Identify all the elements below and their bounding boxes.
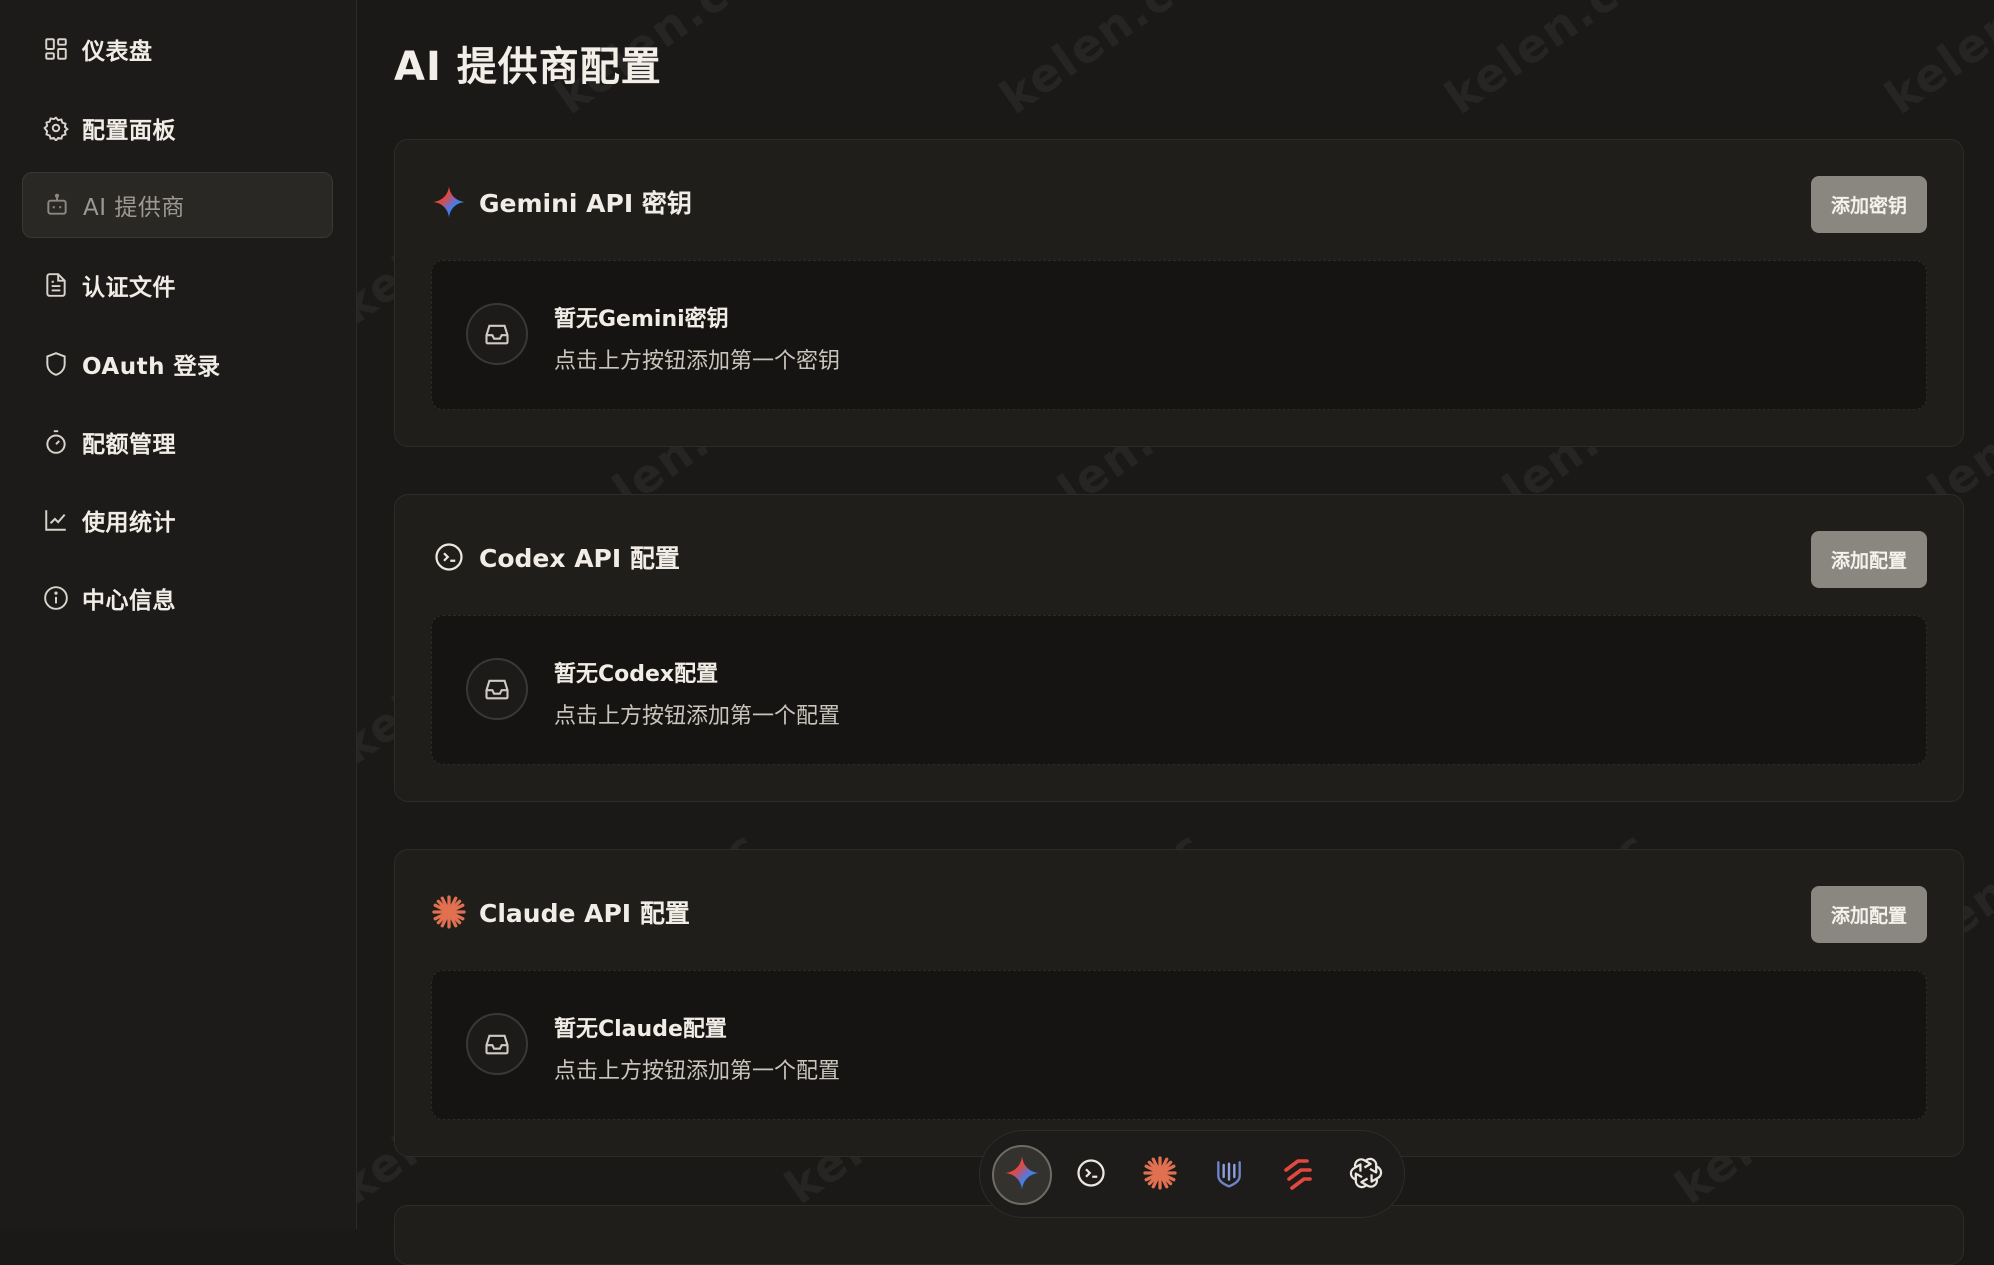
sidebar-item-label: 仪表盘 — [82, 39, 153, 65]
codex-icon — [431, 539, 467, 575]
empty-state: 暂无Claude配置 点击上方按钮添加第一个配置 — [431, 970, 1927, 1120]
add-config-button[interactable]: 添加配置 — [1811, 886, 1927, 943]
empty-state: 暂无Codex配置 点击上方按钮添加第一个配置 — [431, 615, 1927, 765]
sidebar-item-label: 认证文件 — [82, 275, 176, 301]
dashboard-icon — [42, 35, 70, 63]
gemini-card: Gemini API 密钥 添加密钥 暂无Gemini密钥 点击上方按钮添加第一… — [394, 139, 1964, 447]
codex-card: Codex API 配置 添加配置 暂无Codex配置 点击上方按钮添加第一个配… — [394, 494, 1964, 802]
inbox-icon — [466, 1013, 528, 1075]
page-title: AI 提供商配置 — [394, 44, 662, 90]
sidebar-item-ai-providers[interactable]: AI 提供商 — [22, 172, 333, 238]
card-title: Codex API 配置 — [479, 544, 680, 573]
empty-state-description: 点击上方按钮添加第一个密钥 — [554, 349, 841, 374]
sidebar-item-label: 配置面板 — [82, 118, 176, 144]
empty-state-title: 暂无Claude配置 — [554, 1017, 727, 1042]
empty-state-title: 暂无Codex配置 — [554, 662, 719, 687]
empty-state-title: 暂无Gemini密钥 — [554, 307, 729, 332]
chart-icon — [42, 506, 70, 534]
quick-nav-gemini[interactable] — [992, 1145, 1052, 1205]
sidebar-item-quota[interactable]: 配额管理 — [22, 409, 333, 475]
sidebar-item-auth-files[interactable]: 认证文件 — [22, 252, 333, 318]
sidebar-item-center-info[interactable]: 中心信息 — [22, 565, 333, 631]
provider-quick-nav — [979, 1130, 1405, 1218]
empty-state: 暂无Gemini密钥 点击上方按钮添加第一个密钥 — [431, 260, 1927, 410]
arrows-icon — [1280, 1155, 1316, 1195]
main-content: AI 提供商配置 Gemini API 密钥 添加密钥 暂无Gemini密钥 点… — [358, 0, 1994, 1265]
card-title: Gemini API 密钥 — [479, 189, 692, 218]
shield-icon — [42, 350, 70, 378]
shield-bars-icon — [1213, 1157, 1245, 1193]
quick-nav-openai[interactable] — [1336, 1145, 1396, 1205]
inbox-icon — [466, 303, 528, 365]
gemini-icon — [1004, 1155, 1040, 1195]
add-config-button[interactable]: 添加配置 — [1811, 531, 1927, 588]
card-title: Claude API 配置 — [479, 899, 690, 928]
sidebar-item-usage-stats[interactable]: 使用统计 — [22, 487, 333, 553]
quick-nav-arrows[interactable] — [1268, 1145, 1328, 1205]
quick-nav-codex[interactable] — [1061, 1145, 1121, 1205]
sidebar-item-label: OAuth 登录 — [82, 354, 221, 380]
empty-state-description: 点击上方按钮添加第一个配置 — [554, 704, 841, 729]
file-icon — [42, 271, 70, 299]
inbox-icon — [466, 658, 528, 720]
sidebar-item-label: 使用统计 — [82, 510, 176, 536]
claude-icon — [431, 894, 467, 930]
card-header: Claude API 配置 — [431, 892, 690, 932]
card-header: Codex API 配置 — [431, 537, 680, 577]
timer-icon — [42, 428, 70, 456]
bot-icon — [43, 191, 71, 219]
claude-card: Claude API 配置 添加配置 暂无Claude配置 点击上方按钮添加第一… — [394, 849, 1964, 1157]
quick-nav-claude[interactable] — [1130, 1145, 1190, 1205]
sidebar-item-label: AI 提供商 — [83, 195, 185, 221]
gemini-icon — [431, 184, 467, 220]
card-header: Gemini API 密钥 — [431, 182, 692, 222]
sidebar-item-label: 配额管理 — [82, 432, 176, 458]
quick-nav-shield-bars[interactable] — [1199, 1145, 1259, 1205]
gear-icon — [42, 114, 70, 142]
sidebar-item-oauth-login[interactable]: OAuth 登录 — [22, 331, 333, 397]
empty-state-description: 点击上方按钮添加第一个配置 — [554, 1059, 841, 1084]
openai-icon — [1349, 1156, 1383, 1194]
claude-icon — [1142, 1155, 1178, 1195]
add-key-button[interactable]: 添加密钥 — [1811, 176, 1927, 233]
sidebar-item-config-panel[interactable]: 配置面板 — [22, 95, 333, 161]
sidebar-item-label: 中心信息 — [82, 588, 176, 614]
info-icon — [42, 584, 70, 612]
sidebar: 仪表盘 配置面板 AI 提供商 认证文件 OAuth 登录 配额管理 使用统计 … — [0, 0, 357, 1229]
sidebar-item-dashboard[interactable]: 仪表盘 — [22, 16, 333, 82]
codex-icon — [1076, 1158, 1106, 1192]
